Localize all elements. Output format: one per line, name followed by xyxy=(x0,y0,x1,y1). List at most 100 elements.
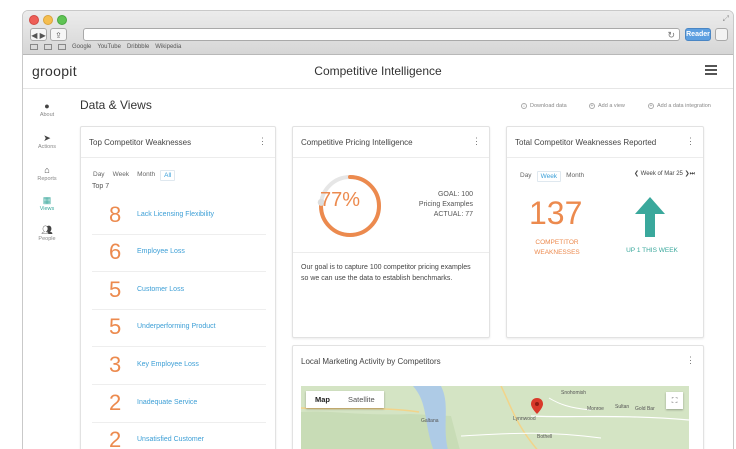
weakness-label[interactable]: Inadequate Service xyxy=(137,399,197,406)
card-divider xyxy=(293,157,489,158)
map-place-label: Lynnwood xyxy=(513,416,536,422)
back-forward-button[interactable]: ◀ ▶ xyxy=(30,28,47,41)
tab-week[interactable]: Week xyxy=(110,170,133,181)
weakness-row[interactable]: 6 Employee Loss xyxy=(92,234,266,272)
sidebar-item-label: About xyxy=(39,112,55,118)
weakness-total: 137 xyxy=(529,195,583,231)
sidebar-item-label: Actions xyxy=(37,144,57,150)
weakness-label[interactable]: Underperforming Product xyxy=(137,323,216,330)
info-icon: ● xyxy=(44,101,50,111)
map-place-label: Monroe xyxy=(587,406,604,412)
home-icon: ⌂ xyxy=(44,165,50,175)
bookmark-dribbble[interactable]: Dribbble xyxy=(127,44,149,50)
more-options-icon[interactable]: ⋮ xyxy=(686,355,695,366)
pricing-card: Competitive Pricing Intelligence ⋮ 77% G… xyxy=(292,126,490,338)
reader-button[interactable]: Reader xyxy=(685,28,711,41)
weakness-row[interactable]: 2 Inadequate Service xyxy=(92,385,266,423)
bookmark-wikipedia[interactable]: Wikipedia xyxy=(155,44,181,50)
map-view[interactable]: Map Satellite ⛶ Snohomish Lynnwood Monro… xyxy=(301,386,689,449)
menu-icon[interactable] xyxy=(705,65,717,77)
zoom-window-button[interactable] xyxy=(57,15,67,25)
plus-circle-icon: + xyxy=(648,103,654,109)
weekly-total-card: Total Competitor Weaknesses Reported ⋮ D… xyxy=(506,126,704,338)
more-options-icon[interactable]: ⋮ xyxy=(472,136,481,147)
skip-to-current-icon[interactable]: ⏭ xyxy=(690,171,695,177)
tab-day[interactable]: Day xyxy=(90,170,108,181)
weakness-count: 3 xyxy=(109,352,122,377)
card-title: Total Competitor Weaknesses Reported xyxy=(515,138,657,147)
weakness-row[interactable]: 5 Customer Loss xyxy=(92,272,266,310)
pricing-description: Our goal is to capture 100 competitor pr… xyxy=(301,264,471,282)
bookmarks-bar: Google YouTube Dribbble Wikipedia xyxy=(30,44,181,50)
arrow-up-icon xyxy=(635,197,665,237)
map-place-label: Galtana xyxy=(421,418,439,424)
app-title: Competitive Intelligence xyxy=(314,64,442,78)
trend-label: UP 1 THIS WEEK xyxy=(626,247,678,254)
top-sites-icon[interactable] xyxy=(58,44,66,50)
weakness-count: 8 xyxy=(109,202,122,227)
add-data-integration-button[interactable]: + Add a data integration xyxy=(648,103,711,109)
map-place-label: Snohomish xyxy=(561,390,587,396)
tab-all[interactable]: All xyxy=(160,170,176,181)
sidebar-item-views[interactable]: ▦ Views xyxy=(23,195,71,212)
period-tabs: Day Week Month xyxy=(517,171,589,182)
sidebar-item-about[interactable]: ● About xyxy=(23,101,71,118)
map-place-label: Bothell xyxy=(537,434,553,440)
week-navigator: ❮ Week of Mar 25 ❯⏭ xyxy=(634,170,695,178)
tab-week[interactable]: Week xyxy=(536,171,562,182)
weakness-row[interactable]: 8 Lack Licensing Flexibility xyxy=(92,197,266,235)
weakness-label[interactable]: Key Employee Loss xyxy=(137,361,199,368)
weakness-count: 5 xyxy=(109,314,122,339)
send-icon: ➤ xyxy=(43,133,51,143)
close-window-button[interactable] xyxy=(29,15,39,25)
more-options-icon[interactable]: ⋮ xyxy=(258,136,267,147)
weakness-label[interactable]: Lack Licensing Flexibility xyxy=(137,211,214,218)
weakness-row[interactable]: 5 Underperforming Product xyxy=(92,309,266,347)
download-data-button[interactable]: ↓ Download data xyxy=(521,103,567,109)
chevron-left-icon[interactable]: ❮ xyxy=(634,171,639,177)
tab-day[interactable]: Day xyxy=(517,171,535,182)
weakness-label[interactable]: Customer Loss xyxy=(137,286,184,293)
week-label: Week of Mar 25 xyxy=(640,171,683,177)
people-icon: 👥︎ xyxy=(41,225,53,235)
page-title: Data & Views xyxy=(80,98,152,112)
downloads-button[interactable] xyxy=(715,28,728,41)
bookmark-google[interactable]: Google xyxy=(72,44,91,50)
sidebar-item-actions[interactable]: ➤ Actions xyxy=(23,133,71,150)
sidebar: ● About ➤ Actions ⌂ Reports ▦ Views 👥︎ P… xyxy=(23,89,71,449)
sidebar-item-label: Views xyxy=(39,206,55,212)
sidebar-item-reports[interactable]: ⌂ Reports xyxy=(23,165,71,182)
weakness-label[interactable]: Unsatisfied Customer xyxy=(137,436,204,443)
add-view-button[interactable]: + Add a view xyxy=(589,103,625,109)
resize-icon[interactable]: ⤢ xyxy=(723,14,729,24)
card-divider xyxy=(81,157,275,158)
fullscreen-icon[interactable]: ⛶ xyxy=(666,392,683,409)
minimize-window-button[interactable] xyxy=(43,15,53,25)
more-options-icon[interactable]: ⋮ xyxy=(686,136,695,147)
card-divider xyxy=(507,157,703,158)
share-icon[interactable]: ⇪ xyxy=(50,28,67,41)
browser-chrome: ⤢ ◀ ▶ ⇪ ↻ Reader Google YouTube Dribbble… xyxy=(23,11,733,55)
app-header: groopit Competitive Intelligence xyxy=(23,55,733,89)
weakness-row[interactable]: 2 Unsatisfied Customer xyxy=(92,422,266,449)
reading-list-icon[interactable] xyxy=(30,44,38,50)
tab-month[interactable]: Month xyxy=(134,170,158,181)
weakness-label[interactable]: Employee Loss xyxy=(137,248,185,255)
url-bar[interactable]: ↻ xyxy=(83,28,680,41)
weakness-row[interactable]: 3 Key Employee Loss xyxy=(92,347,266,385)
map-view-button[interactable]: Map xyxy=(306,391,339,408)
card-title: Top Competitor Weaknesses xyxy=(89,138,192,147)
reload-icon[interactable]: ↻ xyxy=(667,29,675,41)
bookmarks-icon[interactable] xyxy=(44,44,52,50)
satellite-view-button[interactable]: Satellite xyxy=(339,391,384,408)
bookmark-youtube[interactable]: YouTube xyxy=(97,44,121,50)
cloud-download-icon: ↓ xyxy=(521,103,527,109)
sidebar-item-people[interactable]: 👥︎ People xyxy=(23,225,71,242)
weakness-count: 2 xyxy=(109,427,122,449)
nav-buttons: ◀ ▶ ⇪ xyxy=(30,28,67,41)
action-label: Download data xyxy=(530,103,567,109)
map-card: Local Marketing Activity by Competitors … xyxy=(292,345,704,449)
tab-month[interactable]: Month xyxy=(563,171,587,182)
goal-line: GOAL: 100 xyxy=(437,191,473,198)
card-divider xyxy=(293,252,489,253)
